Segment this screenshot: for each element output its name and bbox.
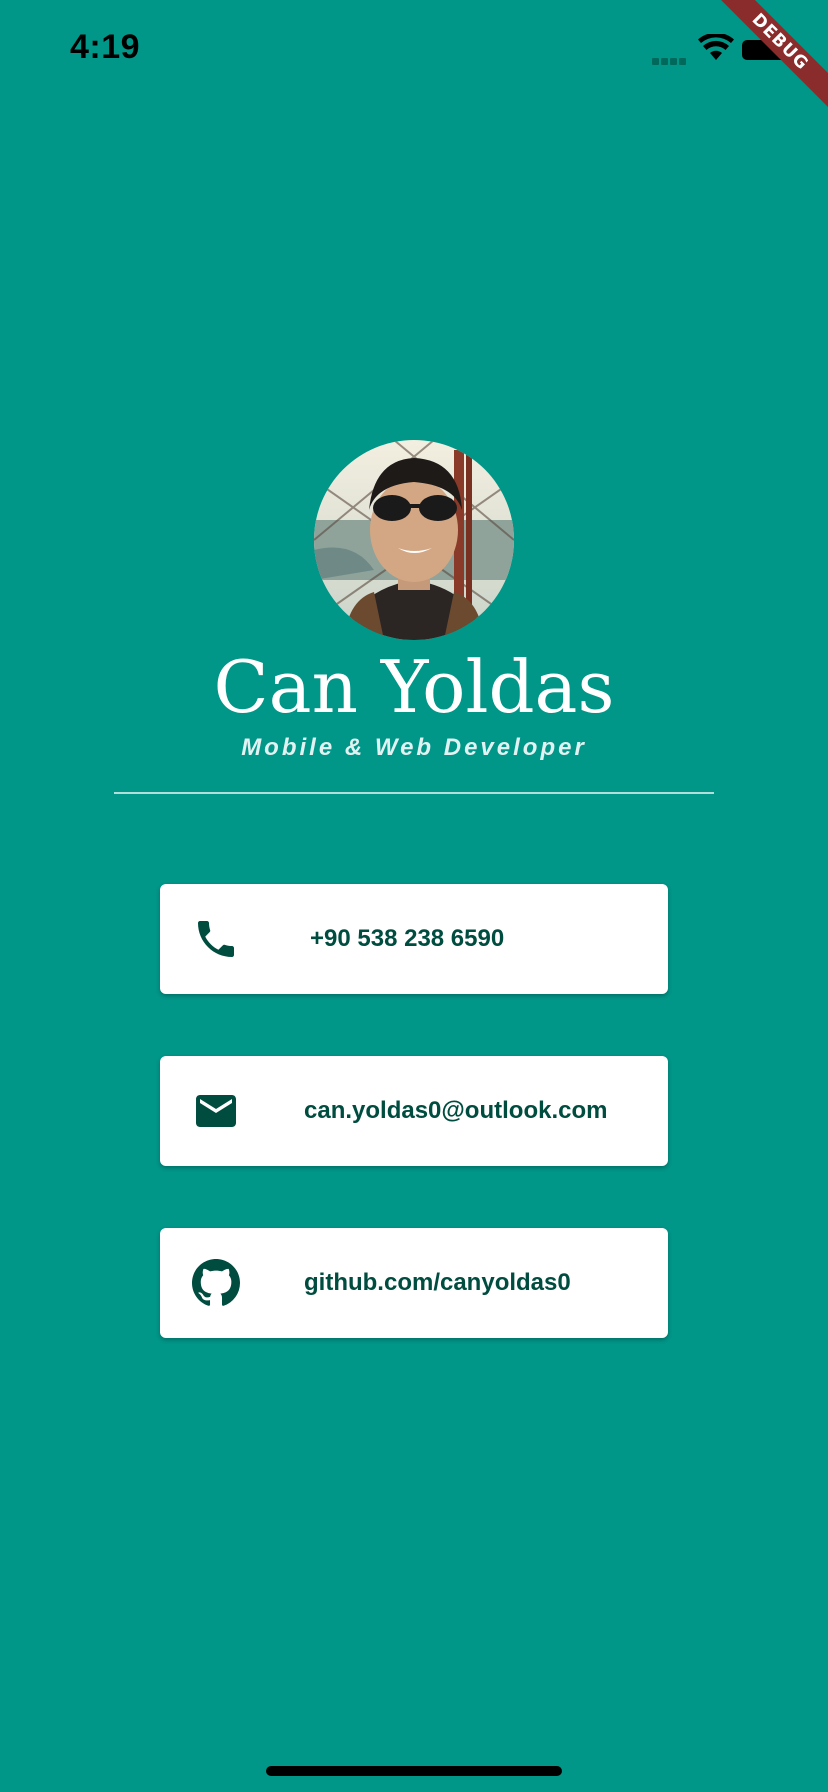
avatar <box>314 440 514 640</box>
profile-title: Mobile & Web Developer <box>241 734 587 761</box>
divider <box>114 792 714 794</box>
debug-banner-label: DEBUG <box>718 0 828 110</box>
status-time: 4:19 <box>70 28 141 66</box>
avatar-photo <box>314 440 514 640</box>
phone-icon <box>198 921 234 957</box>
profile-name: Can Yoldas <box>213 645 615 729</box>
email-card[interactable]: can.yoldas0@outlook.com <box>160 1056 668 1166</box>
home-indicator[interactable] <box>266 1766 562 1776</box>
github-url: github.com/canyoldas0 <box>304 1269 571 1296</box>
cellular-signal-icon <box>652 52 690 65</box>
github-card[interactable]: github.com/canyoldas0 <box>160 1228 668 1338</box>
email-address: can.yoldas0@outlook.com <box>304 1097 608 1124</box>
mail-icon <box>196 1095 236 1127</box>
phone-number: +90 538 238 6590 <box>310 925 505 952</box>
debug-banner: DEBUG <box>718 0 828 110</box>
github-icon <box>192 1259 240 1306</box>
status-bar: 4:19 <box>0 0 828 100</box>
phone-card[interactable]: +90 538 238 6590 <box>160 884 668 994</box>
